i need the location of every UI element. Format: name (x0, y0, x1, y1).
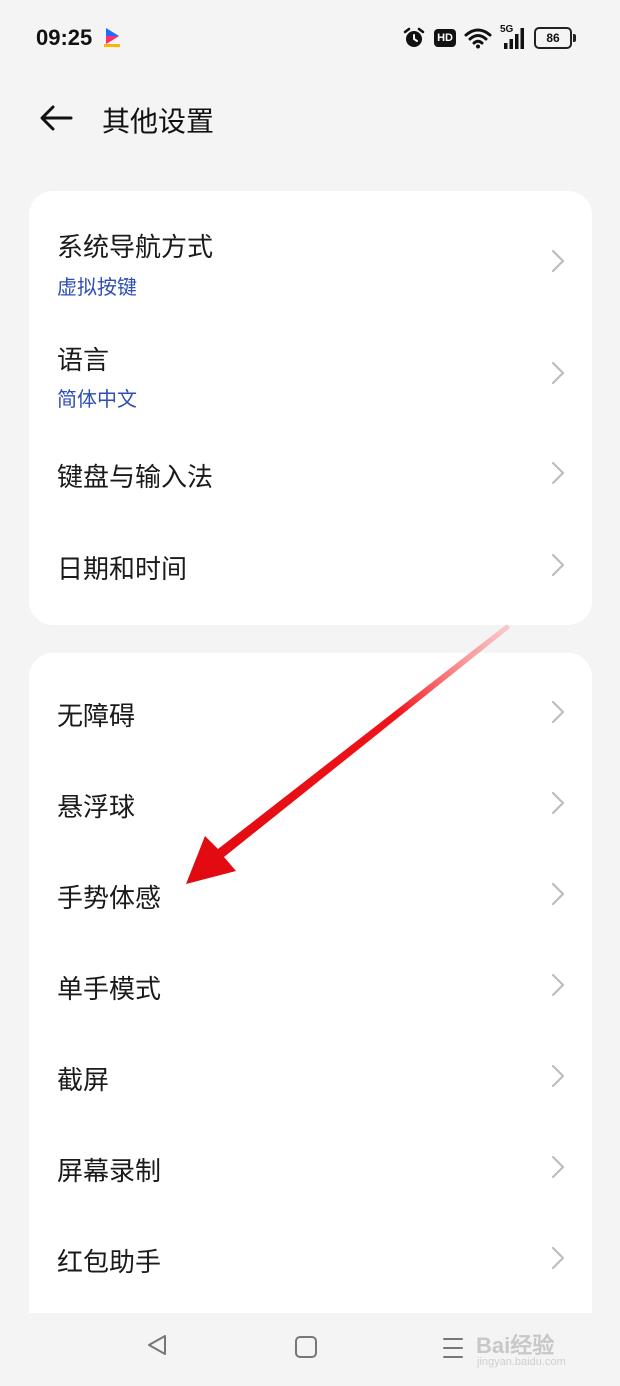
setting-item-label: 键盘与输入法 (57, 463, 214, 493)
settings-group-1: 系统导航方式 虚拟按键 语言 简体中文 键盘与输入法 日期和时间 (29, 191, 592, 625)
setting-item-label: 无障碍 (57, 702, 136, 732)
setting-item-screenshot[interactable]: 截屏 (29, 1031, 592, 1122)
app-logo-icon (104, 28, 120, 47)
chevron-right-icon (551, 249, 565, 273)
setting-item-label: 语言 (57, 346, 110, 376)
setting-item-label: 日期和时间 (57, 555, 188, 585)
setting-item-label: 系统导航方式 (57, 233, 214, 263)
setting-item-label: 悬浮球 (57, 793, 136, 823)
setting-item-accessibility[interactable]: 无障碍 (29, 667, 592, 758)
setting-item-date-time[interactable]: 日期和时间 (29, 519, 592, 611)
header: 其他设置 (0, 90, 620, 146)
setting-item-label: 截屏 (57, 1066, 110, 1096)
hd-icon: HD (434, 29, 456, 47)
chevron-right-icon (551, 791, 565, 815)
setting-item-one-hand-mode[interactable]: 单手模式 (29, 940, 592, 1031)
setting-item-red-packet-assistant[interactable]: 红包助手 (29, 1213, 592, 1304)
status-icons: HD 5G 86 (402, 24, 576, 52)
settings-group-2: 无障碍 悬浮球 手势体感 单手模式 截屏 屏幕录制 红包助手 (29, 653, 592, 1313)
status-bar: 09:25 HD 5G 86 (0, 0, 620, 76)
setting-item-label: 红包助手 (57, 1248, 162, 1278)
chevron-right-icon (551, 461, 565, 485)
battery-icon: 86 (534, 27, 576, 49)
chevron-right-icon (551, 553, 565, 577)
chevron-right-icon (551, 882, 565, 906)
setting-item-navigation-mode[interactable]: 系统导航方式 虚拟按键 (29, 191, 592, 304)
setting-item-label: 屏幕录制 (57, 1157, 162, 1187)
back-button[interactable] (32, 96, 80, 140)
signal-5g-icon: 5G (500, 24, 526, 50)
setting-item-label: 手势体感 (57, 884, 162, 914)
setting-item-gestures[interactable]: 手势体感 (29, 849, 592, 940)
nav-home-icon[interactable] (295, 1336, 317, 1358)
nav-recents-icon[interactable] (443, 1337, 463, 1359)
setting-item-screen-recording[interactable]: 屏幕录制 (29, 1122, 592, 1213)
chevron-right-icon (551, 1155, 565, 1179)
chevron-right-icon (551, 1246, 565, 1270)
chevron-right-icon (551, 1064, 565, 1088)
setting-item-floating-ball[interactable]: 悬浮球 (29, 758, 592, 849)
setting-item-language[interactable]: 语言 简体中文 (29, 304, 592, 417)
chevron-right-icon (551, 361, 565, 385)
arrow-left-icon (40, 105, 73, 131)
watermark-url: jingyan.baidu.com (477, 1356, 566, 1368)
chevron-right-icon (551, 973, 565, 997)
setting-item-label: 单手模式 (57, 975, 162, 1005)
setting-item-value: 简体中文 (57, 387, 137, 411)
status-time: 09:25 (36, 25, 93, 50)
setting-item-value: 虚拟按键 (57, 275, 137, 299)
battery-level: 86 (546, 31, 560, 45)
page-title: 其他设置 (102, 105, 215, 138)
setting-item-keyboard[interactable]: 键盘与输入法 (29, 427, 592, 519)
nav-back-icon[interactable] (146, 1333, 168, 1357)
chevron-right-icon (551, 700, 565, 724)
alarm-icon (403, 27, 425, 47)
wifi-icon (464, 28, 492, 49)
